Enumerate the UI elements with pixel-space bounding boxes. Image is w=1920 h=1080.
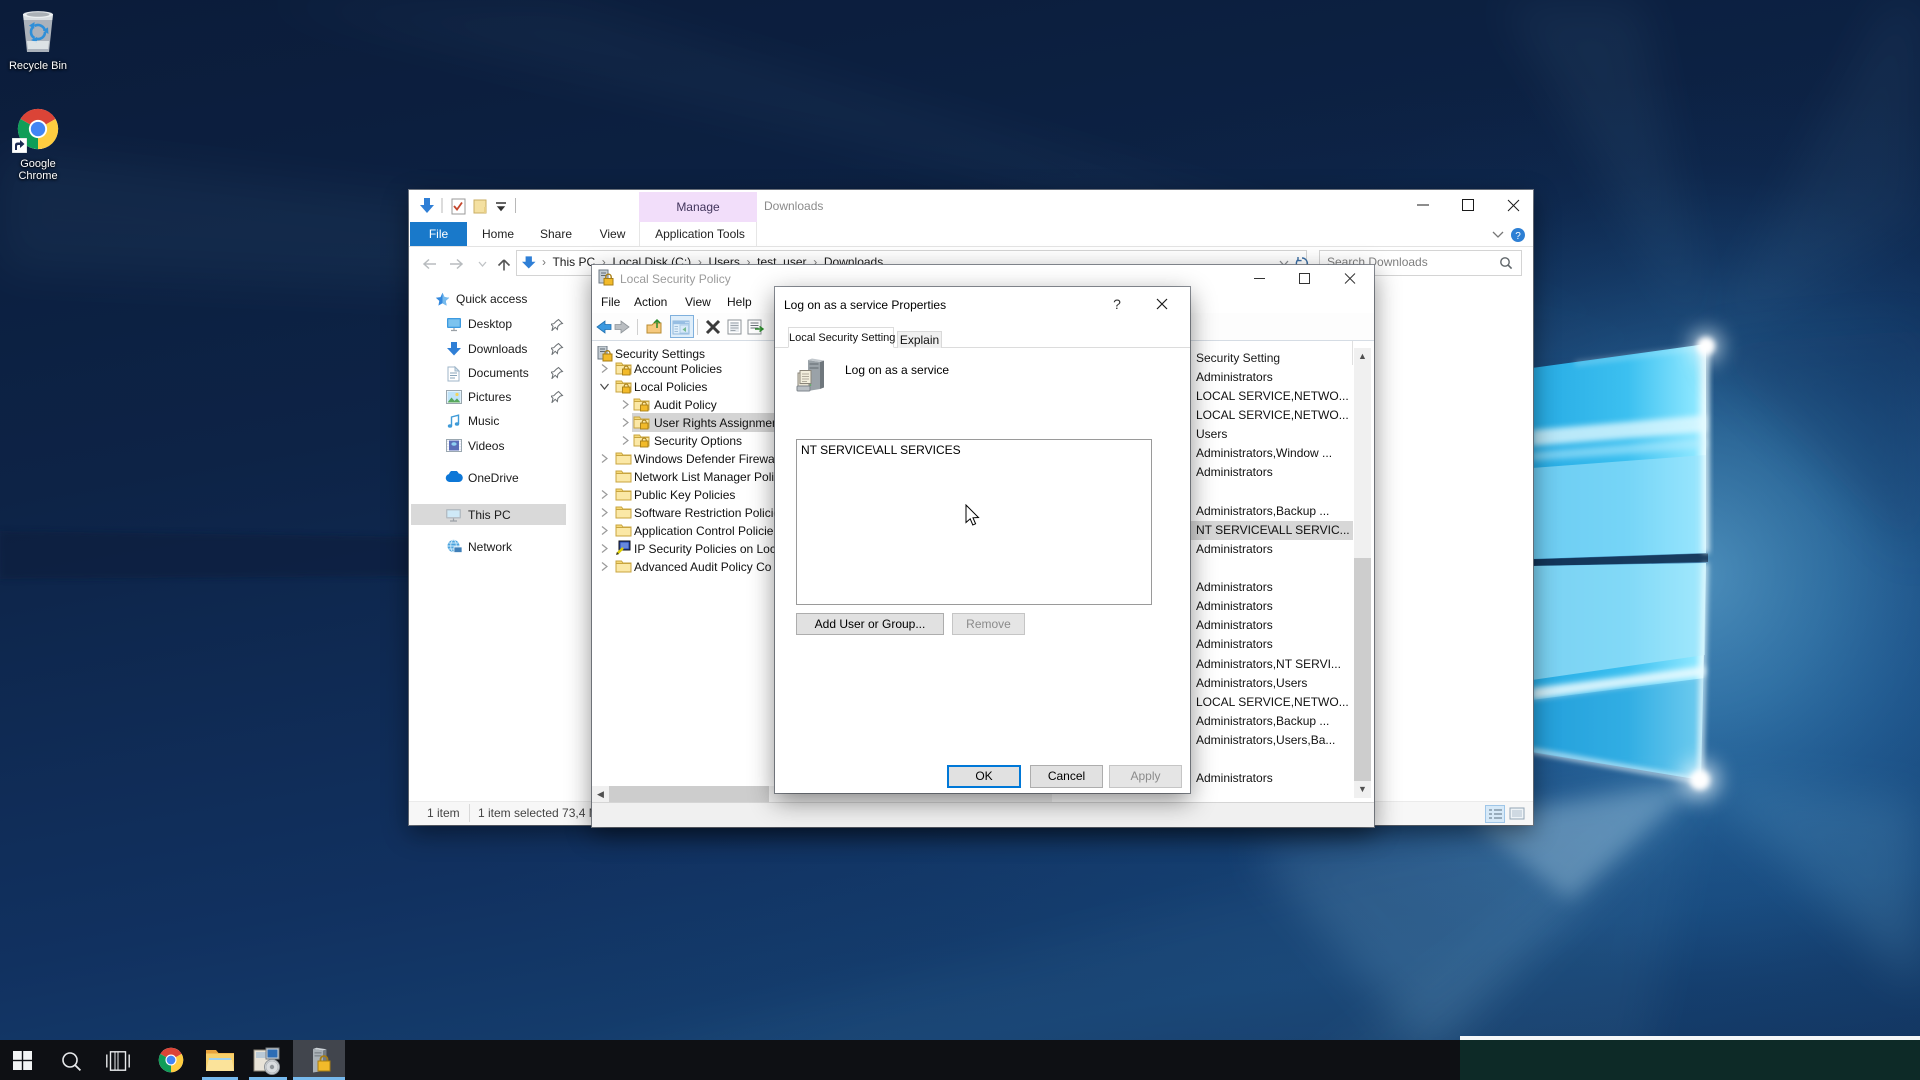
svg-text:?: ?	[1515, 231, 1521, 242]
svg-text:?: ?	[1113, 296, 1121, 312]
